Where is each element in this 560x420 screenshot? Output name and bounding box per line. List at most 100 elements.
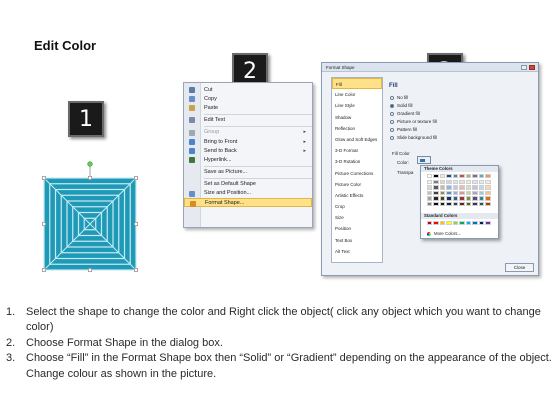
color-swatch[interactable] [478, 196, 485, 201]
color-swatch[interactable] [459, 221, 465, 226]
category-3d-format[interactable]: 3-D Format [332, 145, 382, 156]
option-pattern-fill[interactable]: Pattern fill [390, 127, 417, 132]
color-swatch[interactable] [452, 221, 459, 226]
close-icon[interactable] [529, 65, 535, 70]
color-swatch[interactable] [485, 185, 491, 190]
color-swatch[interactable] [485, 196, 491, 201]
category-glow[interactable]: Glow and Soft Edges [332, 134, 382, 145]
option-slide-background-fill[interactable]: Slide background fill [390, 135, 437, 140]
color-swatch[interactable] [439, 196, 446, 201]
menu-item-hyperlink[interactable]: Hyperlink... [184, 155, 312, 164]
resize-handle[interactable] [88, 176, 92, 180]
color-swatch[interactable] [452, 174, 459, 179]
color-swatch[interactable] [485, 190, 491, 196]
color-swatch[interactable] [459, 174, 465, 179]
radio-picture-fill[interactable] [390, 119, 394, 124]
color-swatch[interactable] [446, 196, 452, 201]
resize-handle[interactable] [134, 268, 138, 272]
color-picker-button[interactable] [417, 156, 431, 164]
option-picture-fill[interactable]: Picture or texture fill [390, 119, 437, 124]
resize-handle[interactable] [42, 176, 46, 180]
radio-slide-background-fill[interactable] [390, 135, 394, 140]
color-swatch[interactable] [459, 179, 465, 184]
category-3d-rotation[interactable]: 3-D Rotation [332, 156, 382, 167]
color-swatch[interactable] [427, 201, 433, 207]
color-swatch[interactable] [472, 221, 478, 226]
color-swatch[interactable] [446, 201, 452, 207]
category-size[interactable]: Size [332, 212, 382, 223]
color-swatch[interactable] [427, 190, 433, 196]
color-swatch[interactable] [465, 185, 472, 190]
color-swatch[interactable] [478, 174, 485, 179]
color-swatch[interactable] [439, 221, 446, 226]
color-swatch[interactable] [478, 190, 485, 196]
color-swatch[interactable] [433, 201, 439, 207]
color-swatch[interactable] [427, 221, 433, 226]
menu-item-group[interactable]: Group ▸ [184, 128, 312, 137]
pyramid-shape-graphic[interactable] [36, 160, 144, 278]
color-swatch[interactable] [427, 179, 433, 184]
menu-item-set-default-shape[interactable]: Set as Default Shape [184, 180, 312, 189]
category-shadow[interactable]: Shadow [332, 112, 382, 123]
option-gradient-fill[interactable]: Gradient fill [390, 111, 420, 116]
color-swatch[interactable] [452, 179, 459, 184]
color-swatch[interactable] [439, 185, 446, 190]
color-swatch[interactable] [485, 201, 491, 207]
color-swatch[interactable] [478, 221, 485, 226]
color-swatch[interactable] [439, 201, 446, 207]
color-swatch[interactable] [452, 201, 459, 207]
pyramid-shape[interactable] [36, 160, 144, 278]
color-swatch[interactable] [446, 190, 452, 196]
color-swatch[interactable] [465, 221, 472, 226]
resize-handle[interactable] [134, 222, 138, 226]
option-no-fill[interactable]: No fill [390, 95, 408, 100]
rotate-handle[interactable] [87, 161, 93, 167]
radio-no-fill[interactable] [390, 95, 394, 100]
menu-item-bring-to-front[interactable]: Bring to Front ▸ [184, 137, 312, 146]
help-icon[interactable] [521, 65, 527, 70]
category-line-color[interactable]: Line Color [332, 89, 382, 100]
color-swatch[interactable] [433, 190, 439, 196]
color-swatch[interactable] [472, 179, 478, 184]
color-swatch[interactable] [439, 179, 446, 184]
color-swatch[interactable] [446, 174, 452, 179]
color-swatch[interactable] [446, 179, 452, 184]
radio-pattern-fill[interactable] [390, 127, 394, 132]
category-picture-corrections[interactable]: Picture Corrections [332, 168, 382, 179]
category-artistic-effects[interactable]: Artistic Effects [332, 190, 382, 201]
color-swatch[interactable] [433, 174, 439, 179]
color-swatch[interactable] [485, 179, 491, 184]
color-swatch[interactable] [465, 174, 472, 179]
category-reflection[interactable]: Reflection [332, 123, 382, 134]
color-swatch[interactable] [478, 179, 485, 184]
color-swatch[interactable] [427, 174, 433, 179]
menu-item-send-to-back[interactable]: Send to Back ▸ [184, 146, 312, 155]
resize-handle[interactable] [134, 176, 138, 180]
category-crop[interactable]: Crop [332, 201, 382, 212]
close-button[interactable]: Close [505, 263, 534, 272]
color-swatch[interactable] [465, 201, 472, 207]
category-picture-color[interactable]: Picture Color [332, 179, 382, 190]
resize-handle[interactable] [42, 222, 46, 226]
menu-item-edit-text[interactable]: Edit Text [184, 116, 312, 125]
color-swatch[interactable] [472, 201, 478, 207]
menu-item-save-as-picture[interactable]: Save as Picture... [184, 168, 312, 177]
category-alt-text[interactable]: Alt Text [332, 246, 382, 257]
radio-solid-fill[interactable] [390, 103, 394, 108]
color-swatch[interactable] [452, 190, 459, 196]
color-swatch[interactable] [459, 185, 465, 190]
category-position[interactable]: Position [332, 223, 382, 234]
color-swatch[interactable] [452, 185, 459, 190]
menu-item-copy[interactable]: Copy [184, 94, 312, 103]
resize-handle[interactable] [42, 268, 46, 272]
color-swatch[interactable] [446, 185, 452, 190]
color-swatch[interactable] [478, 201, 485, 207]
color-swatch[interactable] [433, 179, 439, 184]
more-colors-button[interactable]: More Colors... [427, 231, 461, 236]
color-swatch[interactable] [465, 190, 472, 196]
color-swatch[interactable] [472, 196, 478, 201]
color-swatch[interactable] [485, 221, 491, 226]
color-swatch[interactable] [459, 190, 465, 196]
color-swatch[interactable] [452, 196, 459, 201]
color-swatch[interactable] [433, 221, 439, 226]
